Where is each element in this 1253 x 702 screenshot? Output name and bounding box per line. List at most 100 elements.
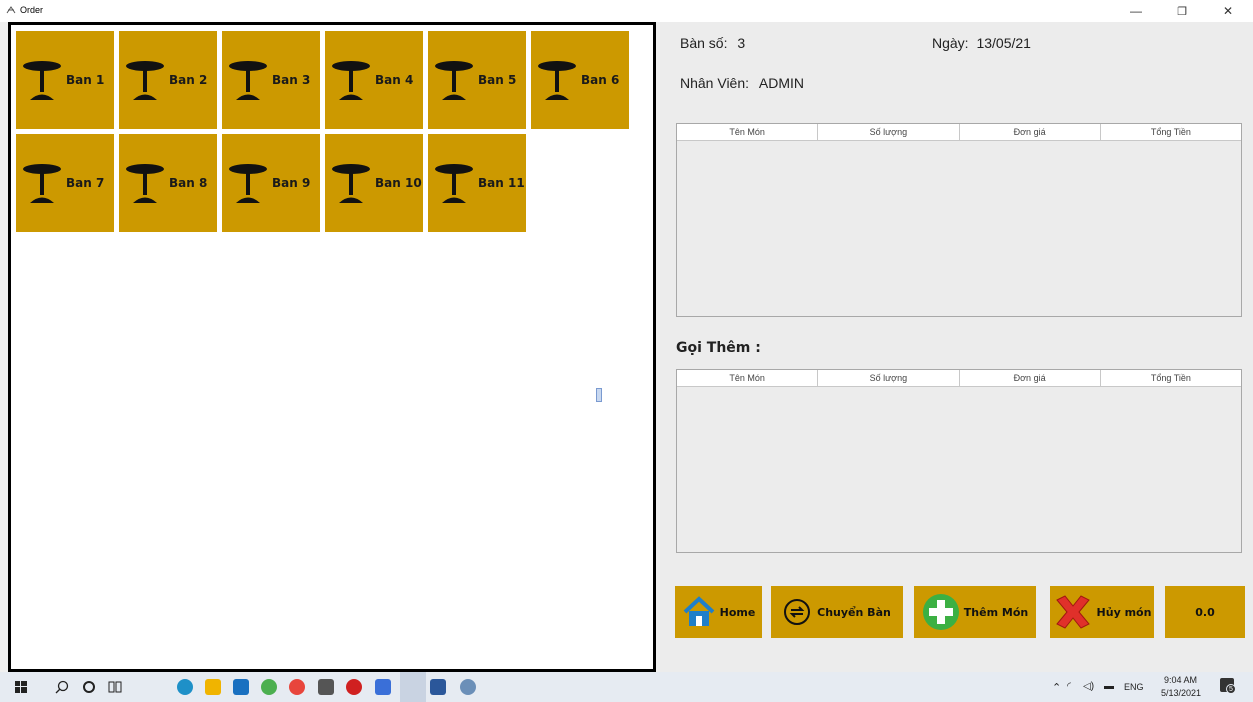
task-view-icon[interactable] — [108, 680, 122, 694]
plus-icon — [922, 594, 959, 630]
table-icon — [435, 61, 473, 100]
staff-info: Nhân Viên: ADMIN — [680, 75, 804, 91]
date-label: Ngày: — [932, 35, 969, 51]
title-bar: Order — ❐ ✕ — [0, 0, 1253, 22]
order-panel: Bàn số: 3 Ngày: 13/05/21 Nhân Viên: ADMI… — [660, 22, 1253, 672]
column-header-quantity[interactable]: Số lượng — [818, 370, 960, 386]
cortana-icon[interactable] — [82, 680, 96, 694]
table-label: Ban 1 — [66, 73, 105, 87]
column-header-total[interactable]: Tổng Tiền — [1101, 370, 1241, 386]
table-icon — [23, 164, 61, 203]
order-grid-header: Tên Món Số lượng Đơn giá Tổng Tiền — [677, 124, 1241, 141]
chrome-icon[interactable] — [289, 679, 305, 695]
table-button[interactable]: Ban 10 — [325, 134, 423, 232]
table-button[interactable]: Ban 6 — [531, 31, 629, 129]
table-icon — [229, 164, 267, 203]
column-header-unit-price[interactable]: Đơn giá — [960, 370, 1101, 386]
table-label: Ban 10 — [375, 176, 422, 190]
extra-order-grid[interactable]: Tên Món Số lượng Đơn giá Tổng Tiền — [676, 369, 1242, 553]
order-grid[interactable]: Tên Món Số lượng Đơn giá Tổng Tiền — [676, 123, 1242, 317]
notifications-icon[interactable]: 5 — [1220, 678, 1236, 694]
app-red-icon[interactable] — [346, 679, 362, 695]
scroll-handle[interactable] — [596, 388, 602, 402]
battery-icon[interactable]: ▬ — [1104, 681, 1114, 692]
app-gear-icon[interactable] — [460, 679, 476, 695]
column-header-total[interactable]: Tổng Tiền — [1101, 124, 1241, 140]
notification-count-badge: 5 — [1226, 684, 1236, 694]
table-label: Ban 3 — [272, 73, 311, 87]
order-app-active-icon[interactable] — [400, 672, 426, 702]
tray-chevron-icon[interactable]: ⌃ — [1052, 681, 1061, 694]
app-green-icon[interactable] — [261, 679, 277, 695]
cancel-x-icon — [1055, 595, 1090, 629]
table-number-value: 3 — [737, 35, 746, 51]
clock-time[interactable]: 9:04 AM — [1164, 675, 1197, 685]
table-button[interactable]: Ban 5 — [428, 31, 526, 129]
table-icon — [538, 61, 576, 100]
edge-browser-icon[interactable] — [177, 679, 193, 695]
minimize-button[interactable]: — — [1113, 0, 1159, 22]
table-button[interactable]: Ban 8 — [119, 134, 217, 232]
tables-panel: Ban 1 Ban 2 Ban 3 Ban 4 Ban 5 Ban 6 Ban 7 Ban 8… — [8, 22, 656, 672]
date-value: 13/05/21 — [976, 35, 1031, 51]
table-label: Ban 9 — [272, 176, 311, 190]
table-icon — [332, 164, 370, 203]
move-table-button[interactable]: Chuyển Bàn — [771, 586, 903, 638]
table-icon — [126, 164, 164, 203]
add-item-button[interactable]: Thêm Món — [914, 586, 1036, 638]
table-button[interactable]: Ban 9 — [222, 134, 320, 232]
move-table-label: Chuyển Bàn — [817, 605, 891, 619]
table-button[interactable]: Ban 3 — [222, 31, 320, 129]
table-icon — [126, 61, 164, 100]
cancel-item-label: Hủy món — [1096, 605, 1152, 619]
window-title: Order — [20, 5, 44, 15]
mail-icon[interactable] — [233, 679, 249, 695]
total-value: 0.0 — [1195, 605, 1215, 619]
home-label: Home — [719, 605, 756, 619]
language-indicator[interactable]: ENG — [1124, 682, 1144, 692]
staff-value: ADMIN — [758, 75, 805, 91]
cancel-item-button[interactable]: Hủy món — [1050, 586, 1154, 638]
total-display: 0.0 — [1165, 586, 1245, 638]
word-icon[interactable] — [430, 679, 446, 695]
table-button[interactable]: Ban 7 — [16, 134, 114, 232]
volume-icon[interactable]: ◁) — [1083, 681, 1094, 692]
column-header-quantity[interactable]: Số lượng — [818, 124, 960, 140]
staff-label: Nhân Viên: — [680, 75, 750, 91]
restore-button[interactable]: ❐ — [1159, 0, 1205, 22]
close-button[interactable]: ✕ — [1205, 0, 1251, 22]
table-icon — [229, 61, 267, 100]
add-item-label: Thêm Món — [963, 605, 1029, 619]
taskbar: ⌃ ◜ ◁) ▬ ENG 9:04 AM 5/13/2021 5 — [0, 672, 1253, 702]
column-header-name[interactable]: Tên Món — [677, 124, 819, 140]
extra-grid-header: Tên Món Số lượng Đơn giá Tổng Tiền — [677, 370, 1241, 387]
table-label: Ban 4 — [375, 73, 414, 87]
notion-icon[interactable] — [318, 679, 334, 695]
table-button[interactable]: Ban 1 — [16, 31, 114, 129]
search-icon[interactable] — [55, 680, 69, 694]
app-icon — [6, 6, 16, 14]
table-icon — [435, 164, 473, 203]
table-label: Ban 8 — [169, 176, 208, 190]
app-cube-icon[interactable] — [375, 679, 391, 695]
column-header-name[interactable]: Tên Món — [677, 370, 819, 386]
windows-start-icon[interactable] — [15, 681, 27, 693]
extra-order-title: Gọi Thêm : — [676, 340, 761, 356]
table-button[interactable]: Ban 2 — [119, 31, 217, 129]
table-button[interactable]: Ban 11 — [428, 134, 526, 232]
table-number-info: Bàn số: 3 — [680, 35, 745, 51]
table-button[interactable]: Ban 4 — [325, 31, 423, 129]
swap-icon — [784, 599, 811, 625]
home-button[interactable]: Home — [675, 586, 762, 638]
wifi-icon[interactable]: ◜ — [1067, 681, 1071, 692]
table-label: Ban 5 — [478, 73, 517, 87]
file-explorer-icon[interactable] — [205, 679, 221, 695]
table-number-label: Bàn số: — [680, 35, 728, 51]
table-icon — [23, 61, 61, 100]
table-label: Ban 11 — [478, 176, 525, 190]
column-header-unit-price[interactable]: Đơn giá — [960, 124, 1101, 140]
table-icon — [332, 61, 370, 100]
table-label: Ban 2 — [169, 73, 208, 87]
clock-date[interactable]: 5/13/2021 — [1161, 688, 1201, 698]
date-info: Ngày: 13/05/21 — [932, 35, 1031, 51]
